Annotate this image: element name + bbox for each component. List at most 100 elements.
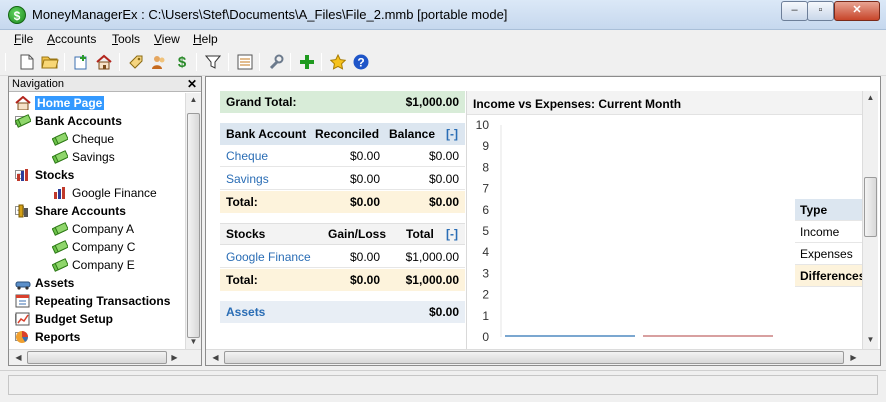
- wrench-icon[interactable]: [266, 52, 286, 72]
- table-row: Savings $0.00 $0.00: [220, 168, 465, 190]
- help-icon[interactable]: ?: [351, 52, 371, 72]
- tag-icon[interactable]: [126, 52, 146, 72]
- sidebar-item-reports[interactable]: Reports: [15, 328, 80, 346]
- menu-view[interactable]: View: [154, 32, 180, 46]
- navigation-scroll-thumb[interactable]: [187, 113, 200, 338]
- assets-link[interactable]: Assets: [226, 305, 265, 319]
- add-icon[interactable]: [297, 52, 317, 72]
- money-icon: [51, 258, 69, 272]
- sidebar-item-label: Assets: [35, 276, 75, 290]
- legend-expenses: Expenses: [795, 243, 865, 265]
- sidebar-item-home-page[interactable]: Home Page: [15, 94, 105, 112]
- sidebar-item-bank-accounts[interactable]: Bank Accounts: [14, 112, 122, 130]
- sidebar-item-google-finance[interactable]: Google Finance: [52, 184, 157, 202]
- stock-link-google-finance[interactable]: Google Finance: [226, 250, 311, 264]
- table-row: Cheque $0.00 $0.00: [220, 145, 465, 167]
- reconciled-column: Reconciled: [315, 127, 380, 141]
- scroll-left-arrow-icon[interactable]: ◀: [208, 353, 223, 362]
- y-tick-label: 6: [482, 203, 489, 217]
- toolbar-separator: [321, 53, 322, 71]
- scroll-left-arrow-icon[interactable]: ◀: [11, 353, 26, 362]
- y-tick-label: 3: [482, 266, 489, 280]
- navigation-tree: Home Page−Bank AccountsChequeSavings−Sto…: [9, 93, 185, 349]
- main-hscroll-thumb[interactable]: [224, 351, 844, 364]
- reconciled-value: $0.00: [349, 148, 380, 163]
- title-bar: $ MoneyManagerEx : C:\Users\Stef\Documen…: [0, 0, 886, 30]
- toolbar-separator: [228, 53, 229, 71]
- reconciled-value: $0.00: [349, 171, 380, 186]
- navigation-header: Navigation ✕: [9, 77, 201, 92]
- sidebar-item-budget-setup[interactable]: Budget Setup: [15, 310, 113, 328]
- legend-header: Type: [795, 199, 865, 221]
- sidebar-item-assets[interactable]: Assets: [15, 274, 74, 292]
- bank-account-column: Bank Account: [226, 127, 307, 141]
- account-link-cheque[interactable]: Cheque: [226, 149, 268, 163]
- checklist-icon[interactable]: [235, 52, 255, 72]
- y-tick-label: 9: [482, 139, 489, 153]
- y-tick-label: 4: [482, 245, 489, 259]
- menu-help[interactable]: Help: [193, 32, 218, 46]
- stocks-column: Stocks: [226, 227, 266, 241]
- navigation-panel: Navigation ✕ Home Page−Bank AccountsCheq…: [8, 76, 202, 366]
- total-stocks: $1,000.00: [405, 273, 459, 287]
- money-icon: [51, 222, 69, 236]
- menu-file[interactable]: File: [14, 32, 33, 46]
- total-reconciled: $0.00: [349, 195, 380, 209]
- stocks-total-row: Total: $0.00 $1,000.00: [220, 269, 465, 291]
- scroll-up-arrow-icon[interactable]: ▲: [863, 93, 878, 102]
- chart-title: Income vs Expenses: Current Month: [473, 97, 682, 111]
- sidebar-item-stocks[interactable]: Stocks: [15, 166, 74, 184]
- gain-loss-value: $0.00: [349, 249, 380, 264]
- close-button[interactable]: ✕: [834, 1, 880, 21]
- star-icon[interactable]: [328, 52, 348, 72]
- sidebar-item-label: Bank Accounts: [35, 114, 122, 128]
- home-icon[interactable]: [94, 52, 114, 72]
- filter-icon[interactable]: [203, 52, 223, 72]
- stocks-icon: [52, 186, 68, 200]
- sidebar-item-savings[interactable]: Savings: [51, 148, 115, 166]
- sidebar-item-company-a[interactable]: Company A: [51, 220, 134, 238]
- new-file-icon[interactable]: [17, 52, 37, 72]
- new-account-icon[interactable]: [71, 52, 91, 72]
- stocks-collapse-toggle[interactable]: [-]: [446, 227, 458, 241]
- minimize-button[interactable]: –: [781, 1, 808, 21]
- navigation-close-icon[interactable]: ✕: [187, 77, 197, 91]
- home-icon: [15, 95, 31, 111]
- open-folder-icon[interactable]: [40, 52, 60, 72]
- scroll-down-arrow-icon[interactable]: ▼: [863, 335, 878, 344]
- balance-value: $0.00: [428, 148, 459, 163]
- account-link-savings[interactable]: Savings: [226, 172, 269, 186]
- scroll-right-arrow-icon[interactable]: ▶: [846, 353, 861, 362]
- sidebar-item-share-accounts[interactable]: Share Accounts: [15, 202, 126, 220]
- main-horizontal-scrollbar[interactable]: ◀ ▶: [206, 349, 880, 365]
- stock-total-value: $1,000.00: [405, 249, 459, 264]
- main-scroll-thumb[interactable]: [864, 177, 877, 237]
- sidebar-item-company-c[interactable]: Company C: [51, 238, 135, 256]
- menu-bar: File Accounts Tools View Help: [0, 30, 886, 48]
- scroll-right-arrow-icon[interactable]: ▶: [167, 353, 182, 362]
- stocks-header: Stocks Gain/Loss Total [-]: [220, 223, 465, 245]
- toolbar: $ ?: [0, 48, 886, 76]
- scroll-up-arrow-icon[interactable]: ▲: [186, 95, 201, 104]
- maximize-button[interactable]: ▫: [807, 1, 834, 21]
- sidebar-item-company-e[interactable]: Company E: [51, 256, 135, 274]
- navigation-hscroll-thumb[interactable]: [27, 351, 167, 364]
- users-icon[interactable]: [149, 52, 169, 72]
- chart-legend: Type Income Expenses Differences: [795, 199, 865, 287]
- sidebar-item-label: Reports: [35, 330, 81, 344]
- sidebar-item-cheque[interactable]: Cheque: [51, 130, 114, 148]
- sidebar-item-repeating-transactions[interactable]: Repeating Transactions: [15, 292, 170, 310]
- menu-accounts[interactable]: Accounts: [47, 32, 96, 46]
- sidebar-item-label: Savings: [72, 150, 115, 164]
- y-tick-label: 0: [482, 330, 489, 344]
- bank-collapse-toggle[interactable]: [-]: [446, 127, 458, 141]
- scroll-down-arrow-icon[interactable]: ▼: [186, 337, 201, 346]
- main-vertical-scrollbar[interactable]: ▲ ▼: [862, 91, 878, 349]
- navigation-vertical-scrollbar[interactable]: ▲ ▼: [185, 93, 201, 349]
- sidebar-item-label: Budget Setup: [35, 312, 113, 326]
- navigation-horizontal-scrollbar[interactable]: ◀ ▶: [9, 349, 201, 365]
- svg-text:?: ?: [357, 56, 364, 70]
- menu-tools[interactable]: Tools: [112, 32, 140, 46]
- dollar-icon[interactable]: $: [172, 52, 192, 72]
- navigation-title: Navigation: [12, 78, 64, 90]
